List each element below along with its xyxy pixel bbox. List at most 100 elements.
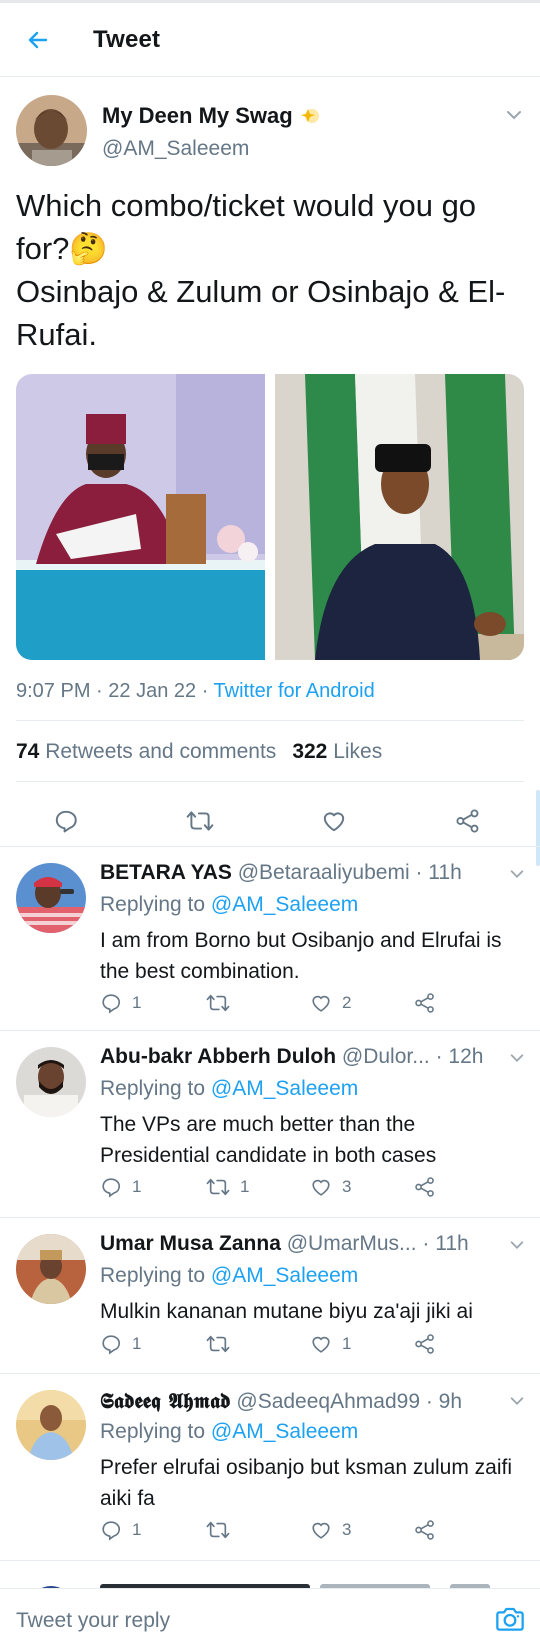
like-count: 3 <box>342 1177 352 1196</box>
tweet-date: 22 Jan 22 <box>108 680 197 702</box>
reply-author-handle[interactable]: @SadeeqAhmad99 <box>236 1390 420 1413</box>
reply-reply-button[interactable]: 1 <box>100 1173 141 1201</box>
reply-retweet-button[interactable] <box>206 989 240 1017</box>
replying-to: Replying to @AM_Saleeem <box>100 1264 358 1288</box>
reply-compose-bar: Tweet your reply <box>0 1588 540 1652</box>
reply-input[interactable]: Tweet your reply <box>16 1609 170 1633</box>
retweet-icon <box>206 1521 230 1539</box>
replying-to: Replying to @AM_Saleeem <box>100 893 358 917</box>
reply-share-button[interactable] <box>414 1173 436 1201</box>
reply-actions: 1 3 <box>100 1516 520 1544</box>
like-button[interactable] <box>314 801 354 841</box>
reply-time: 11h <box>428 861 462 884</box>
tweet-media[interactable] <box>16 374 524 660</box>
tweet-options-button[interactable] <box>504 105 524 130</box>
reply-share-button[interactable] <box>414 1516 436 1544</box>
reply-reply-button[interactable]: 1 <box>100 1330 141 1358</box>
reply-text: I am from Borno but Osibanjo and Elrufai… <box>100 929 502 983</box>
sparkle-icon <box>300 109 319 123</box>
replying-to-handle[interactable]: @AM_Saleeem <box>211 1264 358 1287</box>
avatar[interactable] <box>16 1047 86 1117</box>
page-title: Tweet <box>93 25 161 53</box>
reply-author-name[interactable]: 𝕾𝖆𝖉𝖊𝖊𝖖 𝕬𝖍𝖒𝖆𝖉 <box>100 1388 231 1413</box>
reply-time: 12h <box>448 1045 484 1068</box>
tweet-source-link[interactable]: Twitter for Android <box>214 680 375 702</box>
reply-item[interactable]: Umar Musa Zanna @UmarMus... · 11h Replyi… <box>0 1218 540 1373</box>
share-button[interactable] <box>448 801 488 841</box>
reply-text: The VPs are much better than the Preside… <box>100 1113 437 1167</box>
reply-author-handle[interactable]: @UmarMus... <box>287 1232 417 1255</box>
reply-item[interactable]: 𝕾𝖆𝖉𝖊𝖊𝖖 𝕬𝖍𝖒𝖆𝖉 @SadeeqAhmad99 · 9h Replyin… <box>0 1374 540 1560</box>
back-button[interactable] <box>18 20 58 60</box>
reply-like-button[interactable]: 1 <box>310 1330 351 1358</box>
retweet-icon <box>206 994 230 1012</box>
reply-retweet-button[interactable] <box>206 1516 240 1544</box>
reply-count: 1 <box>132 1177 142 1196</box>
likes-stat[interactable]: 322 Likes <box>292 740 382 764</box>
reply-author-name[interactable]: BETARA YAS <box>100 861 232 884</box>
back-arrow-icon <box>28 31 48 48</box>
reply-author-name[interactable]: Abu-bakr Abberh Duloh <box>100 1045 336 1068</box>
reply-icon <box>102 994 121 1014</box>
reply-like-button[interactable]: 3 <box>310 1516 351 1544</box>
avatar[interactable] <box>16 95 87 166</box>
like-count: 1 <box>342 1334 352 1353</box>
divider <box>0 1560 540 1561</box>
reply-item[interactable]: BETARA YAS @Betaraaliyubemi · 11h Replyi… <box>0 847 540 1030</box>
media-photo-left[interactable] <box>16 374 265 660</box>
next-reply-peek <box>0 1570 540 1590</box>
reply-reply-button[interactable]: 1 <box>100 1516 141 1544</box>
reply-actions: 1 1 3 <box>100 1173 520 1201</box>
reply-share-button[interactable] <box>414 1330 436 1358</box>
media-photo-right[interactable] <box>275 374 524 660</box>
reply-options-button[interactable] <box>508 1392 526 1415</box>
reply-like-button[interactable]: 2 <box>310 989 351 1017</box>
reply-options-button[interactable] <box>508 1236 526 1259</box>
replying-label: Replying to <box>100 1420 206 1443</box>
author-name[interactable]: My Deen My Swag <box>102 103 321 129</box>
replying-to-handle[interactable]: @AM_Saleeem <box>211 1420 358 1443</box>
retweet-button[interactable] <box>180 801 220 841</box>
reply-share-button[interactable] <box>414 989 436 1017</box>
reply-retweet-button[interactable] <box>206 1330 240 1358</box>
tweet-text: Which combo/ticket would you go for?🤔 Os… <box>16 188 506 352</box>
replying-to: Replying to @AM_Saleeem <box>100 1077 358 1101</box>
chevron-down-icon <box>510 870 524 878</box>
reply-author-handle[interactable]: @Betaraaliyubemi <box>238 861 410 884</box>
replying-to: Replying to @AM_Saleeem <box>100 1420 358 1444</box>
camera-button[interactable] <box>494 1603 526 1640</box>
tweet-meta: 9:07 PM · 22 Jan 22 · Twitter for Androi… <box>16 680 375 702</box>
reply-reply-button[interactable]: 1 <box>100 989 141 1017</box>
tweet-author: My Deen My Swag @AM_Saleeem <box>16 95 524 170</box>
retweets-stat[interactable]: 74 Retweets and comments <box>16 740 276 764</box>
avatar[interactable] <box>16 1234 86 1304</box>
retweet-icon <box>206 1178 230 1196</box>
likes-count: 322 <box>292 740 328 763</box>
retweet-count: 1 <box>240 1177 250 1196</box>
reply-author-name[interactable]: Umar Musa Zanna <box>100 1232 281 1255</box>
share-icon <box>456 809 479 833</box>
camera-icon <box>496 1607 524 1631</box>
author-handle[interactable]: @AM_Saleeem <box>102 137 249 161</box>
reply-options-button[interactable] <box>508 865 526 888</box>
app-header: Tweet <box>0 3 540 77</box>
reply-options-button[interactable] <box>508 1049 526 1072</box>
replying-to-handle[interactable]: @AM_Saleeem <box>211 893 358 916</box>
share-icon <box>415 993 434 1013</box>
author-name-text: My Deen My Swag <box>102 103 293 128</box>
reply-like-button[interactable]: 3 <box>310 1173 351 1201</box>
reply-button[interactable] <box>46 801 86 841</box>
reply-author-handle[interactable]: @Dulor... <box>342 1045 430 1068</box>
reply-count: 1 <box>132 1520 142 1539</box>
avatar[interactable] <box>16 863 86 933</box>
replying-to-handle[interactable]: @AM_Saleeem <box>211 1077 358 1100</box>
reply-time: 9h <box>438 1390 463 1413</box>
retweet-icon <box>186 811 214 831</box>
reply-item[interactable]: Abu-bakr Abberh Duloh @Dulor... · 12h Re… <box>0 1031 540 1217</box>
retweet-icon <box>206 1335 230 1353</box>
divider <box>16 781 524 782</box>
avatar[interactable] <box>16 1390 86 1460</box>
chevron-down-icon <box>507 111 521 120</box>
reply-retweet-button[interactable]: 1 <box>206 1173 249 1201</box>
share-icon <box>415 1334 434 1354</box>
